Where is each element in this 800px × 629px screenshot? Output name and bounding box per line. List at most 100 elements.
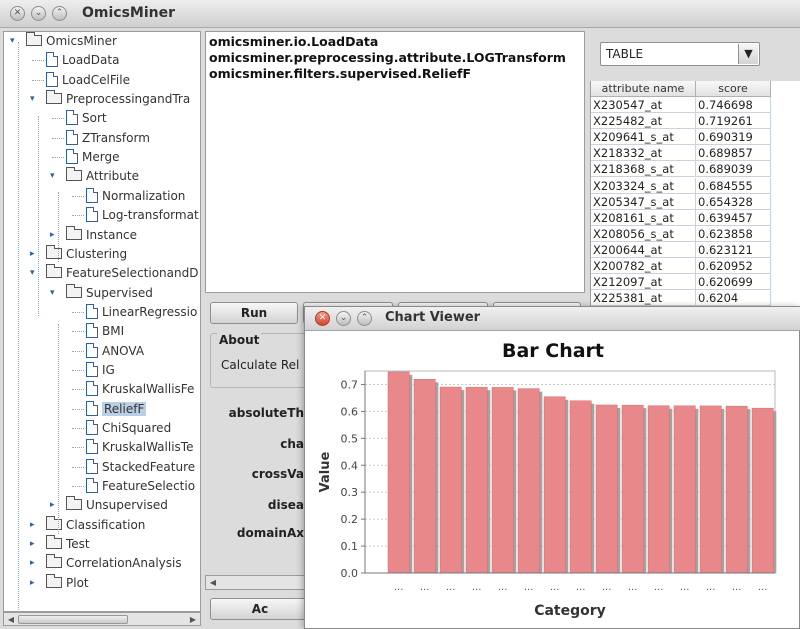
run-button[interactable]: Run — [210, 302, 298, 324]
collapse-toggle-icon[interactable]: ▾ — [30, 95, 39, 104]
tree-node[interactable]: Log-transformat — [86, 206, 199, 224]
expand-toggle-icon[interactable]: ▸ — [30, 520, 39, 530]
expand-toggle-icon[interactable]: ▸ — [30, 578, 39, 588]
close-icon[interactable]: ✕ — [315, 311, 330, 326]
tree-node[interactable]: ZTransform — [66, 129, 150, 147]
x-tick-label: ... — [732, 582, 742, 593]
tree-node[interactable]: KruskalWallisFe — [86, 380, 194, 398]
table-row[interactable]: X209641_s_at 0.690319 — [591, 129, 771, 146]
tree-node[interactable]: Unsupervised — [66, 496, 168, 514]
table-row[interactable]: X203324_s_at 0.684555 — [591, 177, 771, 194]
tree-node[interactable]: StackedFeature — [86, 458, 195, 476]
tree-node[interactable]: ANOVA — [86, 342, 144, 360]
tree-horizontal-scrollbar[interactable]: ◀ ▶ — [3, 612, 201, 626]
tree-node[interactable]: Plot — [46, 573, 89, 592]
tree-node-label: KruskalWallisFe — [102, 382, 195, 397]
tree-node[interactable]: BMI — [86, 322, 124, 340]
add-button[interactable]: Ac — [210, 598, 310, 620]
tree-node-label: Plot — [66, 575, 89, 590]
tree-node[interactable]: LinearRegressio — [86, 303, 197, 321]
column-header-attribute[interactable]: attribute name — [591, 81, 696, 97]
bar-chart: Bar Chart 0.0 0.1 0.2 0.3 0.4 0.5 0.6 0.7.......… — [318, 340, 777, 619]
tree-node[interactable]: OmicsMiner — [26, 32, 117, 50]
tree-node[interactable]: FeatureSelectio — [86, 477, 195, 495]
tree-node[interactable]: Instance — [66, 225, 137, 244]
tree-node[interactable]: Normalization — [86, 187, 185, 205]
tree-node[interactable]: Merge — [66, 148, 119, 166]
dropdown-arrow-icon[interactable]: ▼ — [738, 44, 758, 64]
y-tick-label: 0.6 — [341, 405, 359, 418]
tree-node[interactable]: Test — [46, 535, 90, 553]
table-row[interactable]: X208161_s_at 0.639457 — [591, 209, 771, 226]
scroll-left-icon[interactable]: ◀ — [207, 577, 219, 588]
scroll-left-icon[interactable]: ◀ — [5, 614, 17, 625]
tree-node-label: LoadCelFile — [62, 72, 130, 87]
folder-icon — [46, 535, 62, 550]
y-tick-label: 0.1 — [341, 540, 359, 553]
collapse-toggle-icon[interactable]: ▾ — [50, 288, 59, 298]
tree-node[interactable]: IG — [86, 361, 115, 379]
cell-attribute: X225381_at — [591, 290, 696, 307]
table-row[interactable]: X200644_at 0.623121 — [591, 241, 771, 258]
column-header-score[interactable]: score — [696, 81, 771, 97]
tree-node[interactable]: ChiSquared — [86, 419, 171, 437]
tree-node-label: BMI — [102, 324, 125, 339]
table-row[interactable]: X208056_s_at 0.623858 — [591, 225, 771, 242]
table-row[interactable]: X225482_at 0.719261 — [591, 113, 771, 130]
table-row[interactable]: X212097_at 0.620699 — [591, 274, 771, 291]
file-icon — [86, 207, 98, 223]
tree-node[interactable]: PreprocessingandTra — [46, 90, 190, 108]
expand-toggle-icon[interactable]: ▸ — [30, 540, 39, 549]
scroll-right-icon[interactable]: ▶ — [187, 614, 199, 625]
tree-node[interactable]: LoadCelFile — [46, 71, 130, 89]
file-icon — [66, 110, 78, 126]
scrollbar-thumb[interactable] — [18, 615, 128, 624]
tree-node-label: Test — [66, 537, 90, 552]
tree-node-label: LoadData — [62, 53, 120, 68]
expand-toggle-icon[interactable]: ▸ — [30, 559, 39, 568]
log-line: omicsminer.filters.supervised.ReliefF — [209, 66, 472, 81]
folder-icon — [46, 244, 62, 259]
tree-node[interactable]: KruskalWallisTe — [86, 438, 193, 456]
tree-node[interactable]: Attribute — [66, 167, 139, 185]
params-horizontal-scrollbar[interactable]: ◀ — [205, 575, 305, 590]
table-row[interactable]: X218332_at 0.689857 — [591, 145, 771, 162]
minimize-icon[interactable]: ⌄ — [31, 6, 46, 21]
tree-node[interactable]: Classification — [46, 515, 145, 534]
bar — [595, 404, 618, 574]
cell-score: 0.620699 — [696, 274, 771, 291]
tool-tree[interactable]: OmicsMiner ▾ LoadData LoadCelFile Preprocess… — [3, 31, 201, 612]
maximize-icon[interactable]: ⌃ — [357, 311, 372, 326]
view-select[interactable]: TABLE ▼ — [600, 42, 760, 66]
cell-attribute: X208161_s_at — [591, 209, 696, 226]
table-row[interactable]: X205347_s_at 0.654328 — [591, 193, 771, 210]
folder-icon — [46, 515, 62, 530]
cell-score: 0.684555 — [696, 177, 771, 194]
tree-node-label: IG — [102, 362, 115, 377]
tree-node-label: FeatureSelectio — [102, 479, 196, 494]
tree-node[interactable]: CorrelationAnalysis — [46, 554, 182, 572]
table-row[interactable]: X218368_s_at 0.689039 — [591, 161, 771, 178]
cell-score: 0.719261 — [696, 113, 771, 130]
tree-node[interactable]: ReliefF — [86, 400, 147, 418]
x-tick-label: ... — [550, 582, 560, 593]
table-row[interactable]: X200782_at 0.620952 — [591, 258, 771, 274]
maximize-icon[interactable]: ⌃ — [52, 6, 67, 21]
results-table[interactable]: attribute name score X230547_at 0.746698 X… — [590, 81, 800, 311]
minimize-icon[interactable]: ⌄ — [336, 311, 351, 326]
collapse-toggle-icon[interactable]: ▾ — [50, 172, 59, 181]
cell-score: 0.689039 — [696, 161, 771, 178]
table-row[interactable]: X225381_at 0.6204 — [591, 290, 771, 307]
table-row[interactable]: X230547_at 0.746698 — [591, 97, 771, 113]
tree-node[interactable]: Supervised — [66, 283, 153, 302]
tree-node-label: Supervised — [86, 285, 153, 300]
chart-viewer-window[interactable]: ✕ ⌄ ⌃ Chart Viewer Bar Chart 0.0 0.1 0.2 0.3… — [304, 306, 800, 629]
file-icon — [66, 149, 78, 165]
tree-node[interactable]: Sort — [66, 109, 107, 127]
tree-node[interactable]: FeatureSelectionandD — [46, 264, 198, 282]
file-icon — [86, 478, 98, 494]
tree-node[interactable]: LoadData — [46, 51, 119, 69]
close-icon[interactable]: ✕ — [10, 6, 25, 21]
chart-title-bar[interactable]: ✕ ⌄ ⌃ Chart Viewer — [305, 307, 800, 331]
chart-title: Bar Chart — [502, 340, 604, 362]
